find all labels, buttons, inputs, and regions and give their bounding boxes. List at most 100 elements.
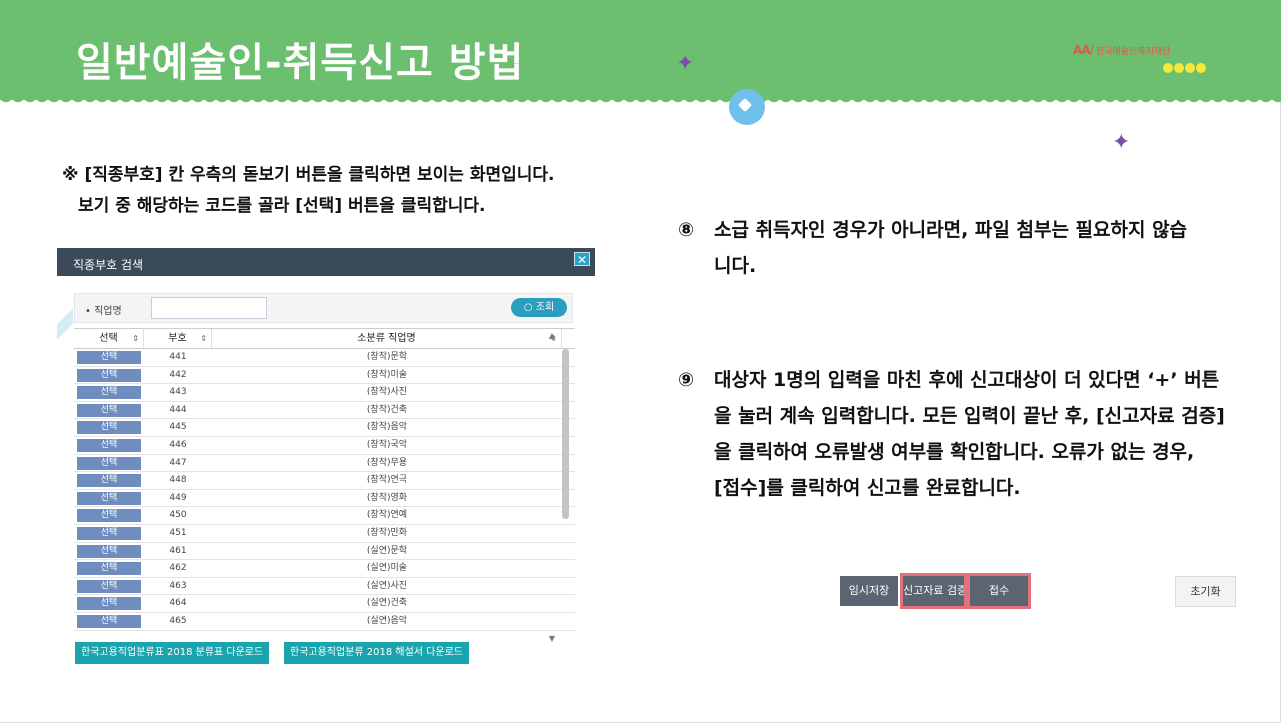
table-row: 선택 443 (창작)사진: [74, 384, 575, 402]
table-row: 선택 441 (창작)문학: [74, 349, 575, 367]
temp-save-button[interactable]: 임시저장: [840, 576, 898, 606]
page-title: 일반예술인-취득신고 방법: [76, 40, 525, 86]
dialog-titlebar: 직종부호 검색 ✕: [57, 248, 595, 276]
select-button[interactable]: 선택: [77, 438, 141, 452]
download-guide-button[interactable]: 한국고용직업분류 2018 해설서 다운로드: [284, 642, 469, 664]
select-cell: 선택: [74, 455, 144, 472]
reset-button[interactable]: 초기화: [1175, 576, 1236, 607]
code-cell: 444: [169, 404, 187, 415]
search-bar: • 직업명 ○ 조회: [74, 293, 573, 323]
column-header-code[interactable]: 부호 ⇕: [144, 329, 212, 348]
instruction-note: ※ [직종부호] 칸 우측의 돋보기 버튼을 클릭하면 보이는 화면입니다. 보…: [62, 160, 555, 222]
scroll-down-icon[interactable]: ▼: [549, 634, 555, 643]
job-code-table: 선택 ⇕ 부호 ⇕ 소분류 직업명 ⇕ 선택 441 (창작)문학 선택 442 (창작)미술 선…: [74, 328, 575, 643]
job-name-cell: (창작)무용: [366, 457, 408, 468]
table-row: 선택 464 (실연)건축: [74, 595, 575, 613]
logo-dots-decoration: [1163, 63, 1207, 73]
select-cell: 선택: [74, 490, 144, 507]
code-cell: 451: [169, 527, 187, 538]
select-cell: 선택: [74, 349, 144, 366]
select-cell: 선택: [74, 595, 144, 612]
code-cell: 447: [169, 457, 187, 468]
step-8: ⑧ 소급 취득자인 경우가 아니라면, 파일 첨부는 필요하지 않습 니다.: [678, 212, 1187, 284]
circle-decoration-icon: [729, 89, 765, 125]
code-cell: 461: [169, 545, 187, 556]
select-cell: 선택: [74, 507, 144, 524]
download-classification-button[interactable]: 한국고용직업분류표 2018 분류표 다운로드: [75, 642, 270, 664]
sort-icon: ⇕: [132, 334, 139, 343]
job-name-cell: (실연)사진: [366, 580, 408, 591]
column-header-job-name[interactable]: 소분류 직업명 ⇕: [212, 329, 562, 348]
dialog-title: 직종부호 검색: [73, 258, 144, 272]
select-button[interactable]: 선택: [77, 456, 141, 470]
job-code-search-dialog: 직종부호 검색 ✕ • 직업명 ○ 조회 선택 ⇕ 부호 ⇕ 소분류 직업명 ⇕ 선택…: [57, 248, 595, 680]
table-body: 선택 441 (창작)문학 선택 442 (창작)미술 선택 443 (창작)사진 선택 444 (창…: [74, 349, 575, 631]
table-scrollbar[interactable]: [562, 349, 569, 634]
job-name-cell: (창작)국악: [366, 439, 408, 450]
select-button[interactable]: 선택: [77, 562, 141, 576]
search-button-label: 조회: [535, 302, 555, 313]
step-8-line-1: 소급 취득자인 경우가 아니라면, 파일 첨부는 필요하지 않습: [714, 219, 1188, 241]
select-button[interactable]: 선택: [77, 351, 141, 364]
table-row: 선택 444 (창작)건축: [74, 402, 575, 420]
select-cell: 선택: [74, 578, 144, 595]
verify-report-button[interactable]: 신고자료 검증: [900, 573, 967, 609]
search-icon: ○: [523, 302, 533, 313]
table-row: 선택 447 (창작)무용: [74, 455, 575, 473]
select-button[interactable]: 선택: [77, 526, 141, 540]
note-line-2: 보기 중 해당하는 코드를 골라 [선택] 버튼을 클릭합니다.: [78, 196, 486, 216]
submit-button[interactable]: 접수: [967, 573, 1031, 609]
search-label: • 직업명: [85, 306, 122, 317]
logo-mark: AA/: [1073, 43, 1094, 57]
select-button[interactable]: 선택: [77, 386, 141, 400]
select-button[interactable]: 선택: [77, 509, 141, 523]
select-cell: 선택: [74, 367, 144, 384]
sort-icon: ⇕: [200, 334, 207, 343]
step-9-line-3: 을 클릭하여 오류발생 여부를 확인합니다. 오류가 없는 경우,: [714, 441, 1195, 463]
job-name-cell: (창작)연예: [366, 510, 408, 521]
code-cell: 464: [169, 598, 187, 609]
select-button[interactable]: 선택: [77, 421, 141, 435]
table-row: 선택 450 (창작)연예: [74, 507, 575, 525]
select-cell: 선택: [74, 419, 144, 436]
job-name-cell: (창작)문학: [366, 352, 408, 362]
dialog-body: • 직업명 ○ 조회 선택 ⇕ 부호 ⇕ 소분류 직업명 ⇕ 선택 441 (창작)문학 선…: [57, 276, 595, 680]
select-cell: 선택: [74, 560, 144, 577]
logo: AA/한국예술인복지재단: [1073, 43, 1171, 57]
scroll-up-icon[interactable]: ▲: [549, 331, 555, 340]
star-icon: ✦: [676, 51, 695, 76]
select-button[interactable]: 선택: [77, 491, 141, 505]
header-scallop-edge: [0, 96, 1281, 108]
job-name-cell: (실연)건축: [366, 598, 408, 609]
select-cell: 선택: [74, 613, 144, 630]
table-row: 선택 446 (창작)국악: [74, 437, 575, 455]
select-button[interactable]: 선택: [77, 474, 141, 488]
code-cell: 449: [169, 492, 187, 503]
code-cell: 448: [169, 475, 187, 486]
close-icon[interactable]: ✕: [574, 252, 590, 267]
table-row: 선택 465 (실연)음악: [74, 613, 575, 631]
search-input[interactable]: [151, 297, 267, 319]
select-button[interactable]: 선택: [77, 579, 141, 593]
job-name-cell: (창작)음악: [366, 422, 408, 433]
search-button[interactable]: ○ 조회: [511, 298, 567, 317]
code-cell: 446: [169, 439, 187, 450]
select-button[interactable]: 선택: [77, 597, 141, 611]
table-row: 선택 462 (실연)미술: [74, 560, 575, 578]
scrollbar-thumb[interactable]: [562, 349, 569, 519]
column-header-select[interactable]: 선택 ⇕: [74, 329, 144, 348]
slide: 일반예술인-취득신고 방법 ✦ ✦ AA/한국예술인복지재단 ※ [직종부호] …: [0, 0, 1281, 723]
code-cell: 443: [169, 387, 187, 398]
select-button[interactable]: 선택: [77, 544, 141, 558]
select-cell: 선택: [74, 437, 144, 454]
table-row: 선택 463 (실연)사진: [74, 578, 575, 596]
table-header: 선택 ⇕ 부호 ⇕ 소분류 직업명 ⇕: [74, 329, 575, 349]
select-button[interactable]: 선택: [77, 368, 141, 382]
table-row: 선택 448 (창작)연극: [74, 472, 575, 490]
select-button[interactable]: 선택: [77, 614, 141, 628]
step-8-number: ⑧: [678, 219, 695, 241]
job-name-cell: (창작)연극: [366, 475, 408, 486]
select-button[interactable]: 선택: [77, 403, 141, 417]
note-line-1: ※ [직종부호] 칸 우측의 돋보기 버튼을 클릭하면 보이는 화면입니다.: [62, 165, 555, 185]
code-cell: 462: [169, 563, 187, 574]
